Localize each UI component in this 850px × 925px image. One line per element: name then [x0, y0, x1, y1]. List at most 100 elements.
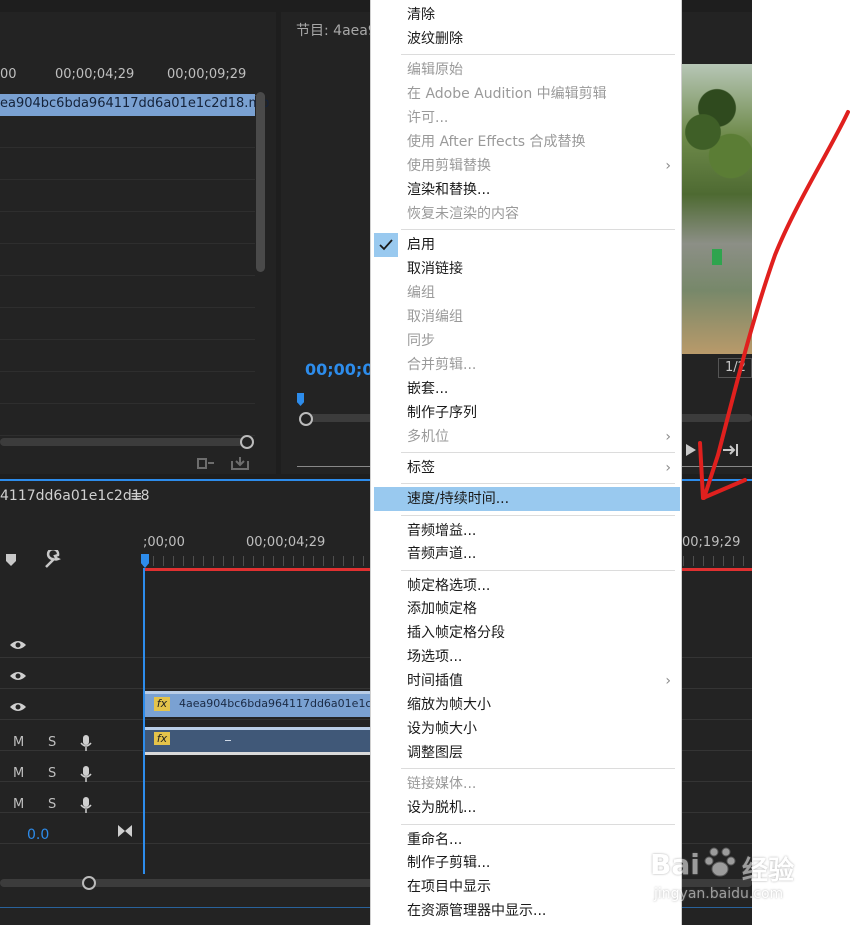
- menu-item-34[interactable]: 在项目中显示: [371, 875, 681, 899]
- master-bowtie-icon[interactable]: [117, 824, 133, 838]
- menu-item-label: 启用: [407, 237, 435, 253]
- audio-track-3-mic-icon[interactable]: [80, 796, 92, 814]
- menu-separator: [401, 54, 675, 55]
- menu-item-label: 取消编组: [407, 309, 463, 325]
- watermark-brand: Bai: [650, 848, 700, 881]
- menu-item-30[interactable]: 链接媒体...: [371, 772, 681, 796]
- baidu-paw-icon: [704, 847, 736, 877]
- menu-item-14[interactable]: 合并剪辑...: [371, 353, 681, 377]
- menu-item-label: 多机位: [407, 429, 449, 445]
- menu-item-18[interactable]: 标签 ›: [371, 456, 681, 480]
- menu-item-28[interactable]: 设为帧大小: [371, 717, 681, 741]
- audio-track-2-solo-button[interactable]: S: [48, 766, 56, 781]
- source-clip-bar[interactable]: ea904bc6bda964117dd6a01e1c2d18.mp: [0, 94, 269, 116]
- insert-icon[interactable]: [230, 455, 250, 471]
- timeline-timecode-1: 00;00;04;29: [246, 535, 326, 550]
- checkmark-icon: [374, 233, 398, 257]
- source-scroll-handle[interactable]: [240, 435, 254, 449]
- menu-item-31[interactable]: 设为脱机...: [371, 796, 681, 820]
- audio-track-1-mute-button[interactable]: M: [13, 735, 24, 750]
- menu-item-9[interactable]: 启用: [371, 233, 681, 257]
- menu-item-4[interactable]: 许可...: [371, 106, 681, 130]
- timeline-timecode-0: ;00;00: [143, 535, 185, 550]
- source-timecode-1: 00;00;04;29: [55, 67, 135, 82]
- menu-item-label: 制作子剪辑...: [407, 855, 491, 871]
- menu-item-label: 链接媒体...: [407, 776, 477, 792]
- menu-item-12[interactable]: 取消编组: [371, 305, 681, 329]
- audio-waveform: [225, 740, 231, 741]
- master-volume-value[interactable]: 0.0: [27, 827, 49, 843]
- sequence-menu-icon[interactable]: ≡: [130, 487, 143, 505]
- menu-item-2[interactable]: 编辑原始: [371, 58, 681, 82]
- program-zoom-value: 1/2: [725, 360, 746, 375]
- menu-item-label: 清除: [407, 7, 435, 23]
- sequence-tab[interactable]: 4117dd6a01e1c2d18: [0, 488, 150, 504]
- menu-item-17[interactable]: 多机位 ›: [371, 425, 681, 449]
- menu-item-27[interactable]: 缩放为帧大小: [371, 693, 681, 717]
- menu-item-24[interactable]: 插入帧定格分段: [371, 621, 681, 645]
- menu-item-13[interactable]: 同步: [371, 329, 681, 353]
- audio-track-3-mute-button[interactable]: M: [13, 797, 24, 812]
- video-track-1-eye-icon[interactable]: [9, 701, 27, 713]
- timeline-playhead-line[interactable]: [143, 568, 145, 874]
- menu-separator: [401, 570, 675, 571]
- video-track-3-eye-icon[interactable]: [9, 639, 27, 651]
- menu-item-23[interactable]: 添加帧定格: [371, 597, 681, 621]
- menu-item-26[interactable]: 时间插值 ›: [371, 669, 681, 693]
- video-track-2-eye-icon[interactable]: [9, 670, 27, 682]
- submenu-chevron-icon: ›: [665, 158, 671, 174]
- menu-item-8[interactable]: 恢复未渲染的内容: [371, 202, 681, 226]
- menu-item-21[interactable]: 音频声道...: [371, 542, 681, 566]
- menu-separator: [401, 824, 675, 825]
- menu-item-label: 在资源管理器中显示...: [407, 903, 547, 919]
- menu-item-15[interactable]: 嵌套...: [371, 377, 681, 401]
- program-playhead-marker[interactable]: [297, 393, 304, 406]
- timeline-scroll-handle[interactable]: [82, 876, 96, 890]
- menu-item-label: 合并剪辑...: [407, 357, 477, 373]
- menu-separator: [401, 452, 675, 453]
- menu-item-19[interactable]: 速度/持续时间...: [374, 487, 680, 511]
- menu-item-label: 缩放为帧大小: [407, 697, 491, 713]
- menu-separator: [401, 483, 675, 484]
- menu-item-label: 设为帧大小: [407, 721, 477, 737]
- wrench-icon[interactable]: [43, 550, 63, 570]
- program-zoom-select[interactable]: 1/2: [718, 358, 752, 378]
- menu-item-11[interactable]: 编组: [371, 281, 681, 305]
- menu-item-label: 音频声道...: [407, 546, 477, 562]
- audio-track-3-solo-button[interactable]: S: [48, 797, 56, 812]
- program-scroll-handle[interactable]: [299, 412, 313, 426]
- menu-item-33[interactable]: 制作子剪辑...: [371, 851, 681, 875]
- menu-item-16[interactable]: 制作子序列: [371, 401, 681, 425]
- video-clip-fx-badge[interactable]: fx: [154, 697, 170, 711]
- step-forward-icon[interactable]: [722, 442, 742, 458]
- submenu-chevron-icon: ›: [665, 460, 671, 476]
- menu-item-7[interactable]: 渲染和替换...: [371, 178, 681, 202]
- source-horizontal-scrollbar[interactable]: [0, 438, 248, 446]
- menu-item-29[interactable]: 调整图层: [371, 741, 681, 765]
- menu-item-10[interactable]: 取消链接: [371, 257, 681, 281]
- menu-item-6[interactable]: 使用剪辑替换 ›: [371, 154, 681, 178]
- menu-item-0[interactable]: 清除: [371, 3, 681, 27]
- source-vertical-scrollbar[interactable]: [256, 92, 265, 272]
- menu-item-35[interactable]: 在资源管理器中显示...: [371, 899, 681, 923]
- menu-item-20[interactable]: 音频增益...: [371, 519, 681, 543]
- audio-track-2-mute-button[interactable]: M: [13, 766, 24, 781]
- source-clip-name: ea904bc6bda964117dd6a01e1c2d18.mp: [0, 96, 270, 111]
- menu-item-22[interactable]: 帧定格选项...: [371, 574, 681, 598]
- video-clip[interactable]: fx 4aea904bc6bda964117dd6a01e1c2d18: [145, 691, 399, 717]
- audio-clip[interactable]: fx: [145, 727, 370, 755]
- audio-clip-fx-badge[interactable]: fx: [154, 732, 170, 745]
- menu-item-5[interactable]: 使用 After Effects 合成替换: [371, 130, 681, 154]
- audio-track-1-mic-icon[interactable]: [80, 734, 92, 752]
- menu-item-label: 在项目中显示: [407, 879, 491, 895]
- menu-item-32[interactable]: 重命名...: [371, 828, 681, 852]
- add-marker-icon[interactable]: [5, 553, 17, 567]
- play-icon[interactable]: [684, 442, 698, 458]
- menu-item-1[interactable]: 波纹删除: [371, 27, 681, 51]
- audio-track-1-solo-button[interactable]: S: [48, 735, 56, 750]
- menu-item-3[interactable]: 在 Adobe Audition 中编辑剪辑: [371, 82, 681, 106]
- clip-context-menu: 清除波纹删除编辑原始在 Adobe Audition 中编辑剪辑 许可... 使用 …: [370, 0, 682, 925]
- menu-item-25[interactable]: 场选项...: [371, 645, 681, 669]
- audio-track-2-mic-icon[interactable]: [80, 765, 92, 783]
- export-frame-icon[interactable]: [196, 455, 218, 471]
